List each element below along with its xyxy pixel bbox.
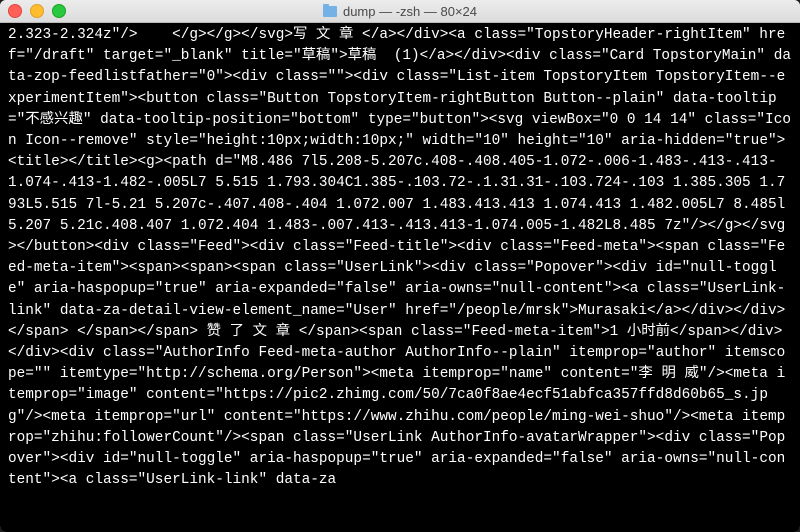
- window-controls: [8, 4, 66, 18]
- maximize-button[interactable]: [52, 4, 66, 18]
- window-title: dump — -zsh — 80×24: [0, 4, 800, 19]
- terminal-window: dump — -zsh — 80×24 2.323-2.324z"/> </g>…: [0, 0, 800, 532]
- close-button[interactable]: [8, 4, 22, 18]
- minimize-button[interactable]: [30, 4, 44, 18]
- titlebar: dump — -zsh — 80×24: [0, 0, 800, 23]
- folder-icon: [323, 6, 337, 17]
- window-title-text: dump — -zsh — 80×24: [343, 4, 477, 19]
- terminal-body[interactable]: 2.323-2.324z"/> </g></g></svg>写 文 章 </a>…: [0, 23, 800, 532]
